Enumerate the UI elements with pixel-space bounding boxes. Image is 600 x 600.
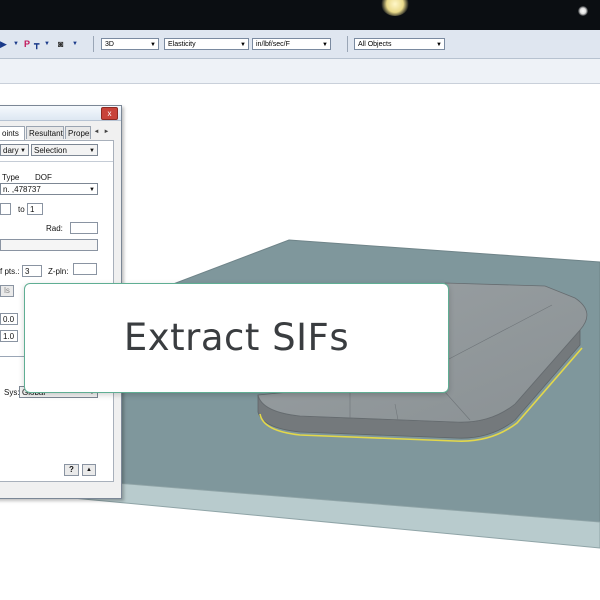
range-to-label: to bbox=[18, 205, 25, 214]
chevron-down-icon: ▼ bbox=[89, 187, 95, 193]
type-header: Type bbox=[2, 173, 20, 182]
tab-joints[interactable]: oints bbox=[0, 126, 25, 140]
coord-sys-label: Sys: bbox=[4, 388, 20, 397]
z-plane-field[interactable] bbox=[73, 263, 97, 275]
points-field[interactable]: 3 bbox=[22, 265, 42, 277]
collapse-button[interactable]: ▲ bbox=[82, 464, 96, 476]
close-button[interactable]: x bbox=[101, 107, 118, 120]
range-start-field[interactable] bbox=[0, 203, 11, 215]
entity-list-select[interactable]: n. ,478737 ▼ bbox=[0, 183, 98, 195]
z-plane-label: Z-pln: bbox=[48, 267, 69, 276]
value-field-1[interactable]: 0.0 bbox=[0, 313, 18, 325]
side-button[interactable]: ls bbox=[0, 285, 14, 297]
selection-select-value: Selection bbox=[34, 146, 67, 155]
tab-properties[interactable]: Proper bbox=[65, 126, 91, 139]
tab-resultant[interactable]: Resultant bbox=[26, 126, 64, 139]
title-card: Extract SIFs bbox=[24, 283, 449, 393]
selection-select[interactable]: Selection ▼ bbox=[31, 144, 98, 156]
boundary-select[interactable]: dary ▼ bbox=[0, 144, 29, 156]
overlay-title: Extract SIFs bbox=[123, 316, 350, 359]
help-button[interactable]: ? bbox=[64, 464, 79, 476]
tab-scroll-right-icon[interactable]: ► bbox=[102, 127, 111, 137]
value-field-2[interactable]: 1.0 bbox=[0, 330, 18, 342]
dof-header: DOF bbox=[35, 173, 52, 182]
entity-list-value: n. ,478737 bbox=[3, 185, 41, 194]
disabled-field bbox=[0, 239, 98, 251]
radius-field[interactable] bbox=[70, 222, 98, 234]
radius-label: Rad: bbox=[46, 224, 63, 233]
points-label: f pts.: bbox=[0, 267, 20, 276]
tab-scroll-left-icon[interactable]: ◄ bbox=[92, 127, 101, 137]
divider bbox=[0, 161, 113, 162]
chevron-down-icon: ▼ bbox=[20, 148, 26, 154]
range-end-field[interactable]: 1 bbox=[27, 203, 43, 215]
dialog-tabs: oints Resultant Proper ◄ ► bbox=[0, 126, 121, 140]
dialog-titlebar[interactable]: x bbox=[0, 106, 121, 121]
boundary-select-value: dary bbox=[3, 146, 19, 155]
chevron-down-icon: ▼ bbox=[89, 148, 95, 154]
